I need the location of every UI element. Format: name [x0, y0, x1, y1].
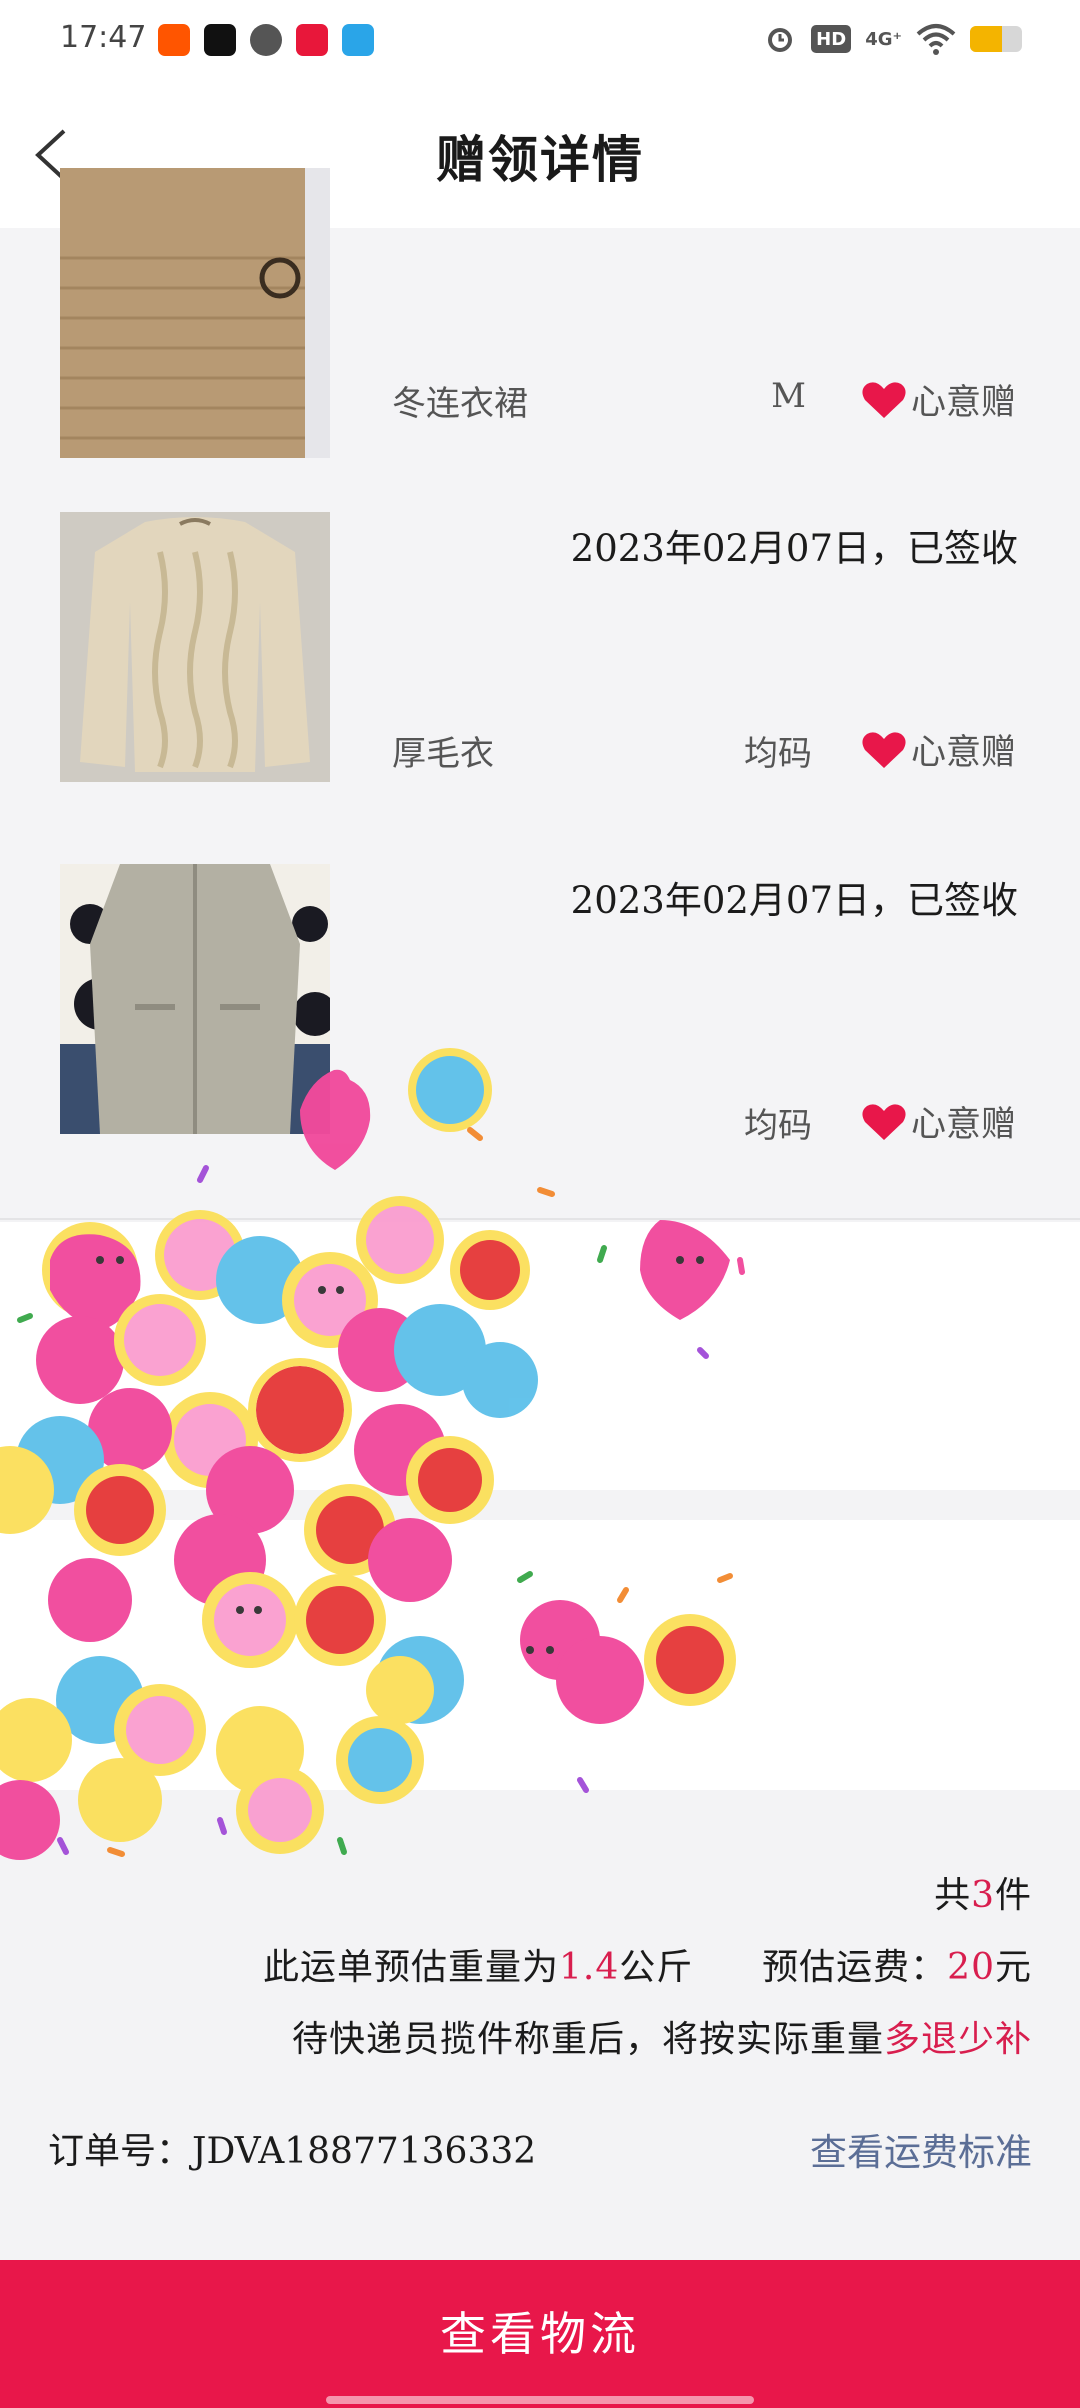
item-gift-type-label: 心意赠 [910, 1105, 1016, 1145]
item-gift-type: 心意赠 [861, 1096, 1016, 1147]
speed-app-icon [250, 24, 282, 56]
status-bar: 17:47 HD 4G⁺ [0, 0, 1080, 80]
alarm-icon [768, 28, 793, 52]
item-gift-type-label: 心意赠 [910, 383, 1016, 423]
status-indicators: HD 4G⁺ [763, 22, 1022, 56]
wifi-icon [916, 24, 956, 55]
item-date-status: 2023年02月07日，已签收 [570, 879, 1018, 922]
receiver-info-card [0, 1222, 1080, 1490]
item-gift-type-label: 心意赠 [910, 733, 1016, 773]
item-name: 冬连衣裙 [392, 384, 528, 424]
item-size: M [771, 376, 806, 416]
signal-icon: 4G⁺ [865, 28, 902, 50]
refund-note: 待快递员揽件称重后，将按实际重量多退少补 [291, 2019, 1032, 2060]
item-count: 共3件 [934, 1875, 1032, 1916]
status-time: 17:47 [60, 20, 147, 55]
tiktok-app-icon [204, 24, 236, 56]
shop-app-icon [342, 24, 374, 56]
item-size: 均码 [744, 1106, 812, 1146]
heart-icon [862, 731, 906, 768]
view-fee-standard-link[interactable]: 查看运费标准 [810, 2122, 1032, 2176]
view-logistics-button[interactable]: 查看物流 [0, 2260, 1080, 2408]
home-indicator [326, 2396, 754, 2404]
item-gift-type: 心意赠 [861, 374, 1016, 425]
list-item[interactable]: 2023年02月07日，已签收 厚毛衣 均码 心意赠 [0, 482, 1080, 836]
heart-icon [862, 1103, 906, 1140]
item-thumbnail [60, 512, 330, 782]
item-name: 厚毛衣 [392, 734, 494, 774]
order-summary: 共3件 此运单预估重量为1.4公斤 预估运费：20元 待快递员揽件称重后，将按实… [0, 1790, 1080, 2260]
gift-detail-page: 17:47 HD 4G⁺ 赠领详情 冬连衣裙 M 心意赠 2023年02月07日… [0, 0, 1080, 2408]
heart-icon [862, 381, 906, 418]
sender-address-card [0, 1520, 1080, 1790]
red-app-icon [296, 24, 328, 56]
hd-icon: HD [811, 25, 852, 53]
list-item[interactable]: 冬连衣裙 M 心意赠 [0, 168, 1080, 484]
item-date-status: 2023年02月07日，已签收 [570, 527, 1018, 570]
item-gift-type: 心意赠 [861, 724, 1016, 775]
item-thumbnail [60, 864, 330, 1134]
status-app-icons [158, 24, 374, 56]
taobao-app-icon [158, 24, 190, 56]
item-size: 均码 [744, 734, 812, 774]
weight-fee-line: 此运单预估重量为1.4公斤 预估运费：20元 [262, 1947, 1032, 1988]
battery-icon [970, 26, 1022, 52]
item-thumbnail [60, 168, 330, 458]
order-number: 订单号：JDVA18877136332 [48, 2131, 537, 2172]
list-item[interactable]: 2023年02月07日，已签收 均码 心意赠 [0, 834, 1080, 1220]
